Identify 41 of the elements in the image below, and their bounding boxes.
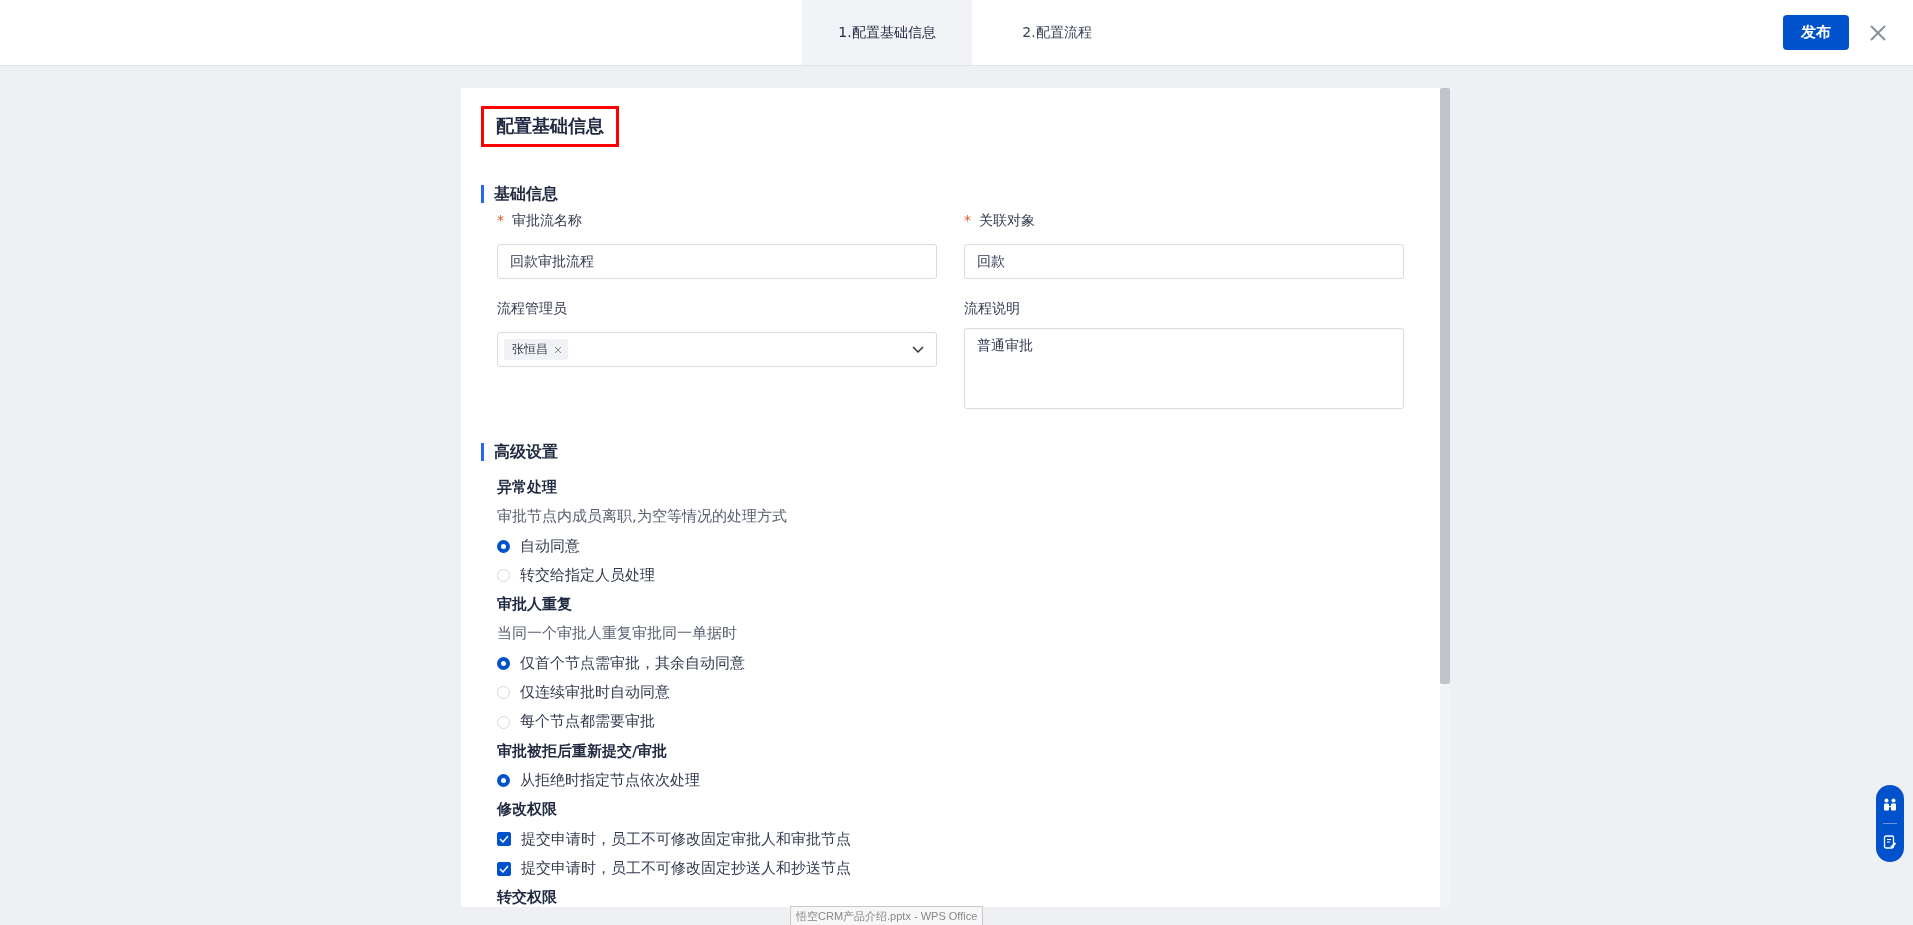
page-title: 配置基础信息 xyxy=(481,106,619,147)
checkbox[interactable] xyxy=(497,861,511,876)
option-label: 仅首个节点需审批，其余自动同意 xyxy=(520,653,745,673)
field-label: 流程说明 xyxy=(964,300,1020,316)
checkbox[interactable] xyxy=(497,832,511,847)
group-title: 异常处理 xyxy=(497,478,558,497)
option-label: 转交给指定人员处理 xyxy=(520,565,655,585)
required-mark: * xyxy=(497,212,504,228)
option-label: 每个节点都需要审批 xyxy=(520,712,655,732)
group-title: 审批被拒后重新提交/审批 xyxy=(497,741,669,761)
text-field[interactable]: 回款审批流程 xyxy=(497,244,937,279)
group-title: 转交权限 xyxy=(497,888,558,907)
taskbar-tooltip: 悟空CRM产品介绍.pptx - WPS Office xyxy=(790,906,984,925)
radio-button[interactable] xyxy=(497,774,510,788)
radio-button[interactable] xyxy=(497,656,510,670)
remove-icon[interactable] xyxy=(554,345,562,354)
field-label: 关联对象 xyxy=(979,212,1036,228)
radio-button[interactable] xyxy=(497,539,510,553)
field-label: 流程管理员 xyxy=(497,300,567,316)
option-label: 自动同意 xyxy=(520,536,580,556)
close-icon[interactable] xyxy=(1869,23,1887,42)
publish-button[interactable]: 发布 xyxy=(1783,15,1849,50)
edit-note-icon[interactable] xyxy=(1883,834,1897,849)
text-field[interactable]: 回款 xyxy=(964,244,1404,279)
select-field[interactable]: 张恒昌 xyxy=(497,332,937,367)
option-label: 提交申请时，员工不可修改固定抄送人和抄送节点 xyxy=(521,858,851,878)
required-mark: * xyxy=(964,212,971,228)
field-label: 审批流名称 xyxy=(512,212,583,228)
group-title: 审批人重复 xyxy=(497,595,573,615)
step-tab[interactable]: 1.配置基础信息 xyxy=(802,0,972,65)
group-description: 审批节点内成员离职,为空等情况的处理方式 xyxy=(497,507,788,527)
option-label: 仅连续审批时自动同意 xyxy=(520,683,670,703)
option-label: 从拒绝时指定节点依次处理 xyxy=(520,770,700,790)
tag-label: 张恒昌 xyxy=(512,341,548,358)
option-label: 提交申请时，员工不可修改固定审批人和审批节点 xyxy=(521,829,851,849)
scrollbar-thumb[interactable] xyxy=(1440,88,1450,684)
people-icon[interactable] xyxy=(1883,798,1897,813)
group-title: 修改权限 xyxy=(497,800,558,820)
textarea-field[interactable]: 普通审批 xyxy=(964,328,1404,409)
group-description: 当同一个审批人重复审批同一单据时 xyxy=(497,624,738,644)
caret-icon xyxy=(912,345,924,354)
